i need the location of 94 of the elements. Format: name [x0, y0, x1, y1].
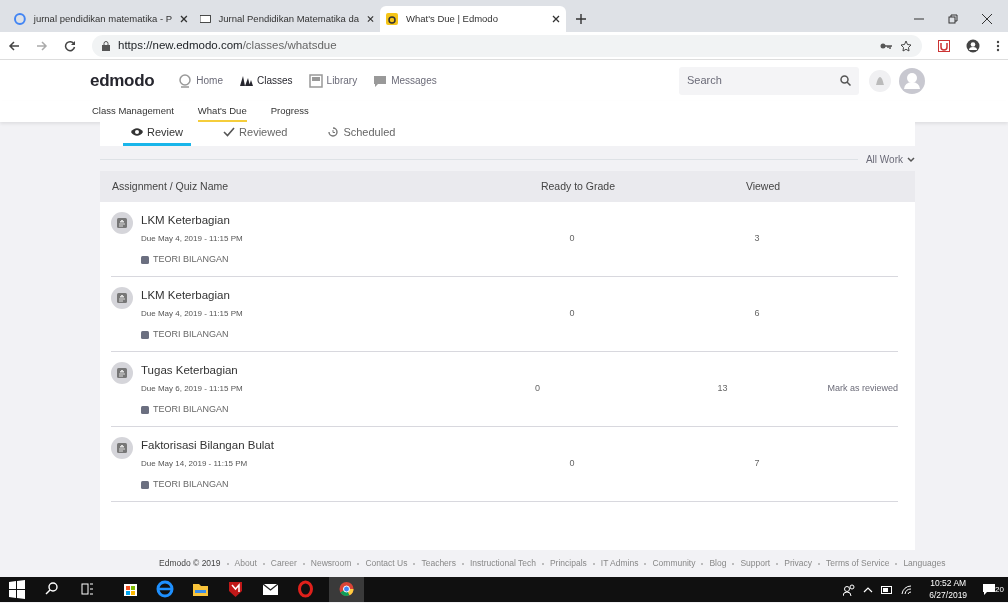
due-date: Due May 14, 2019 - 11:15 PM	[141, 457, 249, 470]
browser-tab[interactable]: What's Due | Edmodo	[380, 6, 566, 32]
assignment-title[interactable]: Faktorisasi Bilangan Bulat	[141, 436, 274, 454]
table-cell-text: 0	[568, 232, 576, 246]
back-icon[interactable]	[8, 39, 20, 52]
footer-link[interactable]: Instructional Tech	[469, 557, 536, 570]
chrome-icon[interactable]	[329, 577, 364, 602]
tag-icon	[141, 255, 149, 264]
people-icon[interactable]	[843, 583, 856, 596]
assignment-icon[interactable]	[111, 361, 133, 384]
nav-link[interactable]: Messages	[373, 73, 437, 88]
table-cell-text: 6	[753, 307, 761, 321]
assignment-title[interactable]: LKM Keterbagian	[141, 286, 243, 304]
due-date: Due May 4, 2019 - 11:15 PM	[141, 232, 243, 245]
due-date: Due May 6, 2019 - 11:15 PM	[141, 382, 243, 395]
nav-link[interactable]: Library	[308, 73, 358, 88]
table-cell-text: 3	[753, 232, 761, 246]
battery-icon[interactable]	[881, 585, 894, 594]
clock-icon	[327, 126, 340, 137]
footer-link[interactable]: Career	[270, 557, 297, 570]
close-icon[interactable]	[367, 15, 374, 23]
footer-link[interactable]: Privacy	[784, 557, 813, 570]
tab[interactable]: Scheduled	[319, 123, 404, 146]
new-tab-icon[interactable]	[576, 14, 586, 24]
class-tag: TEORI BILANGAN	[153, 477, 229, 492]
close-icon[interactable]	[552, 15, 560, 23]
browser-tab[interactable]: jurnal pendidikan matematika - P	[8, 6, 194, 32]
assignment-icon[interactable]	[111, 286, 133, 309]
footer-link[interactable]: Contact Us	[365, 557, 408, 570]
library-icon	[308, 73, 323, 88]
footer-link[interactable]: Terms of Service	[826, 557, 890, 570]
subnav-link[interactable]: Progress	[270, 103, 309, 122]
check-icon	[223, 126, 236, 137]
assignment-icon[interactable]	[111, 211, 133, 234]
footer-link[interactable]: Languages	[903, 557, 946, 570]
restore-icon[interactable]	[948, 14, 958, 24]
notification-count: 20	[995, 583, 1004, 596]
home-icon	[178, 73, 193, 88]
clock[interactable]: 10:52 AM 6/27/2019	[929, 578, 968, 601]
extension-icon[interactable]	[938, 39, 950, 52]
tab[interactable]: Reviewed	[215, 123, 296, 146]
table-cell-text: 13	[716, 382, 729, 396]
tag-icon	[141, 405, 149, 414]
chevron-up-icon[interactable]	[863, 586, 874, 593]
browser-tab[interactable]: Jurnal Pendidikan Matematika da	[194, 6, 380, 32]
search-icon[interactable]	[840, 75, 851, 86]
address-bar[interactable]: https://new.edmodo.com/classes/whatsdue	[92, 34, 922, 57]
subnav-link[interactable]: Class Management	[92, 103, 174, 122]
nav-link[interactable]: Home	[178, 73, 223, 88]
profile-icon[interactable]	[966, 38, 980, 53]
table-cell-text: 7	[753, 457, 761, 471]
footer-link[interactable]: Support	[740, 557, 771, 570]
url-text: https://new.edmodo.com/classes/whatsdue	[118, 37, 338, 53]
footer-link[interactable]: Teachers	[421, 557, 456, 570]
logo[interactable]: edmodo	[90, 67, 155, 94]
tab[interactable]: Review	[123, 123, 192, 146]
nav-link[interactable]: Classes	[239, 73, 293, 88]
footer-link[interactable]: Newsroom	[310, 557, 352, 570]
assignment-title[interactable]: Tugas Keterbagian	[141, 361, 243, 379]
messages-icon	[373, 73, 388, 88]
assignment-icon[interactable]	[111, 436, 133, 459]
due-date: Due May 4, 2019 - 11:15 PM	[141, 307, 243, 320]
class-tag: TEORI BILANGAN	[153, 402, 229, 417]
lock-icon	[102, 40, 110, 51]
footer-link[interactable]: About	[234, 557, 257, 570]
filter-dropdown[interactable]: All Work	[865, 152, 915, 167]
column-header: Assignment / Quiz Name	[111, 178, 230, 194]
close-icon[interactable]	[180, 15, 188, 23]
table-cell-text: 0	[568, 307, 576, 321]
class-tag: TEORI BILANGAN	[153, 327, 229, 342]
footer-link[interactable]: Principals	[549, 557, 587, 570]
mark-reviewed-link[interactable]: Mark as reviewed	[827, 382, 898, 396]
footer-link[interactable]: Community	[652, 557, 696, 570]
wifi-icon[interactable]	[901, 584, 914, 595]
reload-icon[interactable]	[64, 39, 76, 52]
table-cell-text: 0	[568, 457, 576, 471]
copyright: Edmodo © 2019	[159, 557, 221, 570]
caret-icon	[907, 156, 915, 163]
assignment-title[interactable]: LKM Keterbagian	[141, 211, 243, 229]
footer-link[interactable]: IT Admins	[600, 557, 639, 570]
menu-icon[interactable]	[996, 39, 1000, 52]
action-center-icon[interactable]	[983, 584, 996, 595]
column-header: Ready to Grade	[539, 178, 617, 194]
tag-icon	[141, 480, 149, 489]
tag-icon	[141, 330, 149, 339]
footer-link[interactable]: Blog	[709, 557, 727, 570]
eye-icon	[131, 126, 143, 137]
star-icon[interactable]	[900, 39, 912, 52]
close-icon[interactable]	[982, 14, 992, 24]
column-header: Viewed	[744, 178, 782, 194]
table-cell-text: 0	[533, 382, 541, 396]
class-tag: TEORI BILANGAN	[153, 252, 229, 267]
search-field[interactable]: Search	[679, 66, 859, 95]
key-icon[interactable]	[880, 41, 892, 50]
